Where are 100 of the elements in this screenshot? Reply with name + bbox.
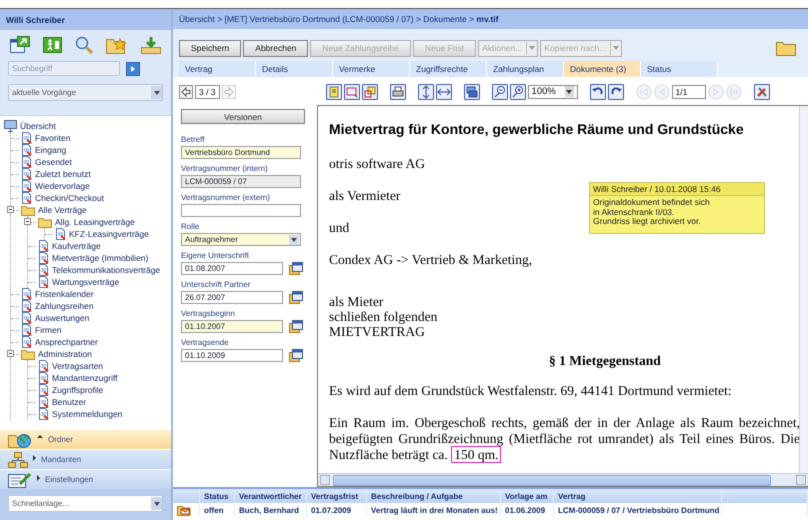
hierarchy-icon	[8, 452, 28, 468]
date-field[interactable]: 01.08.2007	[181, 262, 283, 275]
tree-item[interactable]: Wartungsverträge	[52, 277, 120, 287]
stamp-icon[interactable]	[362, 84, 378, 100]
calendar-icon[interactable]	[289, 320, 303, 333]
tab[interactable]: Zahlungsplan	[487, 61, 564, 77]
section-heading: § 1 Mietgegenstand	[549, 353, 661, 369]
print-icon[interactable]	[390, 84, 406, 100]
tree-item[interactable]: Administration	[38, 349, 92, 359]
document-icon	[38, 372, 49, 384]
tab[interactable]: Vermerke	[333, 61, 410, 77]
tools-icon[interactable]	[754, 84, 770, 100]
sticky-note[interactable]: Willi Schreiber / 10.01.2008 15:46 Originaldokument befindet sich in Aktenschrank II/03. Grundriss liegt archiviert vor.	[589, 182, 765, 234]
versions-button[interactable]: Versionen	[181, 109, 305, 124]
exit-icon[interactable]	[43, 37, 62, 53]
tree-item[interactable]: Zugriffsprofile	[52, 385, 104, 395]
tab[interactable]: Dokumente (3)	[564, 61, 641, 77]
tree-item[interactable]: Auswertungen	[35, 313, 90, 323]
tree-item[interactable]: Favoriten	[35, 133, 70, 143]
tree-item[interactable]: Mandantenzugriff	[52, 373, 118, 383]
zoom-in-icon[interactable]	[510, 84, 526, 100]
input-field[interactable]	[181, 204, 301, 217]
calendar-icon[interactable]	[289, 349, 303, 362]
filter-dropdown[interactable]: aktuelle Vorgänge	[8, 84, 163, 101]
quick-create-dropdown[interactable]: Schnellanlage...	[8, 495, 163, 512]
tab[interactable]: Vertrag	[179, 61, 256, 77]
document-icon	[21, 168, 32, 180]
rotate-right-icon[interactable]	[608, 84, 624, 100]
rectangle-icon[interactable]	[344, 84, 360, 100]
tree-item[interactable]: Wiedervorlage	[35, 181, 90, 191]
document-icon	[38, 396, 49, 408]
previous-document-icon[interactable]	[179, 84, 193, 98]
column-header[interactable]: Verantwortlicher	[235, 489, 307, 503]
toolbar-button[interactable]: Speichern	[179, 40, 242, 56]
tree-item[interactable]: Kaufverträge	[52, 241, 101, 251]
field-label: Unterschrift Partner	[181, 280, 250, 289]
input-field[interactable]: LCM-000059 / 07	[181, 175, 301, 188]
collapse-icon[interactable]	[7, 350, 14, 357]
input-field[interactable]: Vertriebsbüro Dortmund	[181, 146, 301, 159]
tree-item[interactable]: Firmen	[35, 325, 62, 335]
tab[interactable]: Details	[256, 61, 333, 77]
vertical-scrollbar[interactable]	[799, 106, 808, 473]
section-header[interactable]: Einstellungen	[0, 469, 171, 489]
page-field[interactable]: 1/1	[672, 84, 706, 98]
tree-item[interactable]: Benutzer	[52, 397, 86, 407]
folder-icon[interactable]	[776, 40, 796, 56]
section-header[interactable]: Ordner	[0, 429, 171, 449]
tree-item[interactable]: Ansprechpartner	[35, 337, 98, 347]
tree-item[interactable]: Allg. Leasingverträge	[55, 217, 135, 227]
tree-item[interactable]: Gesendet	[35, 157, 72, 167]
tree-item[interactable]: Telekommunikationsverträge	[52, 265, 160, 275]
collapse-icon[interactable]	[24, 218, 31, 225]
tree-item[interactable]: Checkin/Checkout	[35, 193, 104, 203]
folder-icon	[21, 204, 35, 216]
zoom-out-icon[interactable]	[492, 84, 508, 100]
tree-item[interactable]: Übersicht	[20, 121, 56, 131]
date-field[interactable]: 01.10.2007	[181, 320, 283, 333]
document-text: Es wird auf dem Grundstück Westfalenstr. 69, 44141 Dortmund vermietet:	[329, 383, 732, 399]
calendar-icon[interactable]	[289, 291, 303, 304]
highlight-annotation[interactable]: 150 qm.	[451, 446, 502, 463]
tab[interactable]: Status	[641, 61, 718, 77]
zoom-dropdown[interactable]: 100%	[528, 84, 578, 98]
tree-item[interactable]: KFZ-Leasingverträge	[69, 229, 149, 239]
search-field[interactable]: Suchbegriff	[8, 61, 120, 76]
column-header[interactable]: Beschreibung / Aufgabe	[367, 489, 501, 503]
column-header[interactable]: Vertragsfrist	[307, 489, 367, 503]
search-icon[interactable]	[75, 36, 93, 54]
document-icon	[38, 408, 49, 420]
column-header[interactable]: Vertrag	[554, 489, 722, 503]
fit-width-icon[interactable]	[436, 84, 452, 100]
tree-item[interactable]: Zuletzt benutzt	[35, 169, 91, 179]
tree-item[interactable]: Eingang	[35, 145, 66, 155]
date-field[interactable]: 01.10.2009	[181, 349, 283, 362]
toolbar-button[interactable]: Abbrechen	[243, 40, 308, 56]
tree-item[interactable]: Fristenkalender	[35, 289, 94, 299]
role-dropdown[interactable]: Auftragnehmer	[181, 233, 301, 246]
collapse-icon[interactable]	[7, 206, 14, 213]
search-go-button[interactable]	[126, 62, 140, 76]
section-header[interactable]: Mandanten	[0, 449, 171, 469]
column-header[interactable]: Status	[200, 489, 235, 503]
folder-star-icon[interactable]	[106, 36, 128, 54]
tree-item[interactable]: Zahlungsreihen	[35, 301, 94, 311]
note-icon[interactable]	[326, 84, 342, 100]
tree-item[interactable]: Alle Verträge	[38, 205, 87, 215]
tree-item[interactable]: Vertragsarten	[52, 361, 104, 371]
fit-height-icon[interactable]	[418, 84, 434, 100]
column-header[interactable]: Vorlage am	[501, 489, 554, 503]
field-label: Eigene Unterschrift	[181, 251, 250, 260]
window-arrow-icon[interactable]	[10, 36, 30, 54]
document-icon	[21, 312, 32, 324]
download-icon[interactable]	[141, 36, 161, 54]
windows-icon[interactable]	[464, 84, 480, 100]
horizontal-scrollbar[interactable]	[318, 473, 808, 486]
calendar-icon[interactable]	[289, 262, 303, 275]
tree-item[interactable]: Systemmeldungen	[52, 409, 122, 419]
field-label: Vertragsnummer (extern)	[181, 193, 270, 202]
tree-item[interactable]: Mietverträge (Immobilien)	[52, 253, 148, 263]
tab[interactable]: Zugriffsrechte	[410, 61, 487, 77]
date-field[interactable]: 26.07.2007	[181, 291, 283, 304]
rotate-left-icon[interactable]	[590, 84, 606, 100]
